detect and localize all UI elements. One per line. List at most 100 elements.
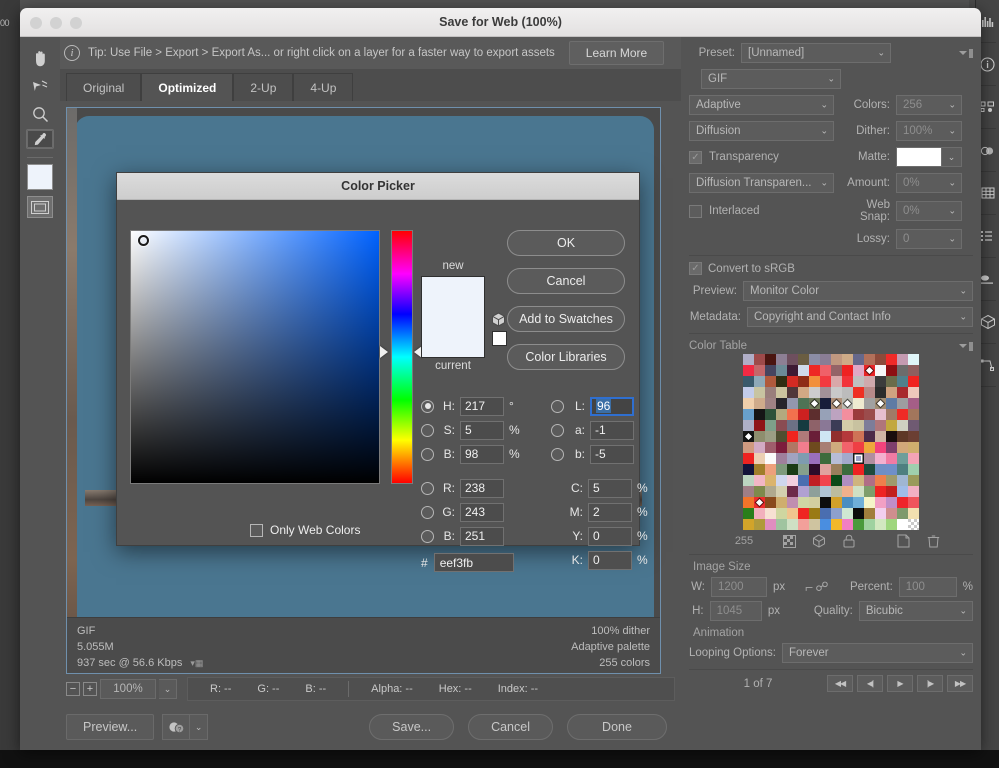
color-swatch[interactable] — [864, 508, 875, 519]
color-swatch[interactable] — [864, 376, 875, 387]
color-swatch[interactable] — [787, 486, 798, 497]
color-swatch[interactable] — [864, 398, 875, 409]
color-swatch[interactable] — [853, 409, 864, 420]
color-swatch[interactable] — [798, 464, 809, 475]
color-reduction-select[interactable]: Adaptive ⌄ — [689, 95, 834, 115]
color-swatch[interactable] — [765, 508, 776, 519]
color-swatch[interactable] — [875, 365, 886, 376]
color-swatch[interactable] — [820, 486, 831, 497]
color-swatch[interactable] — [787, 398, 798, 409]
close-button[interactable] — [30, 17, 42, 29]
color-swatch[interactable] — [853, 420, 864, 431]
save-button[interactable]: Save... — [369, 714, 455, 740]
hue-slider[interactable] — [391, 230, 413, 484]
color-swatch[interactable] — [765, 365, 776, 376]
color-swatch[interactable] — [886, 398, 897, 409]
yellow-input[interactable]: 0 — [588, 526, 632, 546]
color-swatch[interactable] — [842, 398, 853, 409]
color-swatch[interactable] — [842, 464, 853, 475]
color-swatch[interactable] — [875, 475, 886, 486]
color-swatch[interactable] — [853, 508, 864, 519]
color-swatch[interactable] — [754, 431, 765, 442]
color-swatch[interactable] — [765, 398, 776, 409]
color-swatch[interactable] — [897, 387, 908, 398]
color-swatch[interactable] — [776, 387, 787, 398]
color-swatch[interactable] — [809, 453, 820, 464]
color-swatch[interactable] — [798, 409, 809, 420]
color-swatch[interactable] — [897, 365, 908, 376]
color-swatch[interactable] — [831, 497, 842, 508]
color-swatch[interactable] — [809, 508, 820, 519]
color-swatch[interactable] — [765, 354, 776, 365]
color-swatch[interactable] — [897, 497, 908, 508]
color-swatch[interactable] — [897, 475, 908, 486]
color-swatch[interactable] — [820, 453, 831, 464]
black-input[interactable]: 0 — [588, 550, 632, 570]
color-swatch[interactable] — [787, 453, 798, 464]
color-swatch[interactable] — [908, 365, 919, 376]
color-swatch[interactable] — [809, 387, 820, 398]
color-swatch[interactable] — [842, 420, 853, 431]
color-swatch[interactable] — [853, 398, 864, 409]
color-swatch[interactable] — [897, 519, 908, 530]
color-swatch[interactable] — [886, 508, 897, 519]
color-swatch[interactable] — [754, 409, 765, 420]
slice-select-tool[interactable] — [26, 73, 54, 99]
color-swatch[interactable] — [765, 376, 776, 387]
red-input[interactable]: 238 — [460, 478, 504, 498]
color-swatch[interactable] — [776, 486, 787, 497]
zoom-in-button[interactable]: + — [83, 682, 97, 696]
color-swatch[interactable] — [853, 376, 864, 387]
color-swatch[interactable] — [908, 508, 919, 519]
color-swatch[interactable] — [886, 431, 897, 442]
color-swatch[interactable] — [820, 354, 831, 365]
color-swatch[interactable] — [853, 442, 864, 453]
color-swatch[interactable] — [787, 519, 798, 530]
previous-frame-button[interactable]: ◀| — [857, 675, 883, 692]
color-swatch[interactable] — [853, 464, 864, 475]
color-swatch[interactable] — [820, 519, 831, 530]
color-swatch[interactable] — [776, 376, 787, 387]
color-swatch[interactable] — [886, 376, 897, 387]
color-swatch[interactable] — [754, 497, 765, 508]
color-swatch[interactable] — [897, 486, 908, 497]
color-swatch[interactable] — [875, 431, 886, 442]
color-swatch[interactable] — [831, 431, 842, 442]
cyan-input[interactable]: 5 — [588, 478, 632, 498]
color-swatch[interactable] — [765, 519, 776, 530]
out-of-gamut-cube-icon[interactable] — [491, 312, 506, 332]
color-swatch[interactable] — [743, 442, 754, 453]
maximize-button[interactable] — [70, 17, 82, 29]
color-swatch[interactable] — [842, 453, 853, 464]
color-swatch[interactable] — [820, 420, 831, 431]
color-swatch[interactable] — [842, 387, 853, 398]
color-swatch[interactable] — [776, 354, 787, 365]
color-swatch[interactable] — [743, 387, 754, 398]
magenta-input[interactable]: 2 — [588, 502, 632, 522]
color-swatch[interactable] — [897, 442, 908, 453]
color-swatch[interactable] — [787, 442, 798, 453]
color-swatch[interactable] — [798, 376, 809, 387]
brightness-input[interactable]: 98 — [460, 444, 504, 464]
hue-radio[interactable] — [421, 399, 434, 413]
color-swatch[interactable] — [908, 475, 919, 486]
color-swatch[interactable] — [809, 486, 820, 497]
color-swatch[interactable] — [897, 464, 908, 475]
color-swatch[interactable] — [743, 354, 754, 365]
color-swatch[interactable] — [765, 409, 776, 420]
quality-select[interactable]: Bicubic ⌄ — [858, 601, 973, 621]
matte-color-swatch[interactable] — [896, 147, 942, 167]
color-swatch[interactable] — [798, 354, 809, 365]
color-swatch[interactable] — [908, 519, 919, 530]
color-swatch[interactable] — [776, 365, 787, 376]
color-swatch[interactable] — [743, 365, 754, 376]
color-swatch[interactable] — [754, 464, 765, 475]
color-swatch[interactable] — [864, 497, 875, 508]
color-swatch[interactable] — [743, 431, 754, 442]
color-swatch[interactable] — [897, 453, 908, 464]
color-swatch[interactable] — [798, 486, 809, 497]
color-swatch[interactable] — [754, 365, 765, 376]
color-swatch[interactable] — [809, 409, 820, 420]
color-swatch[interactable] — [776, 508, 787, 519]
color-swatch[interactable] — [754, 354, 765, 365]
